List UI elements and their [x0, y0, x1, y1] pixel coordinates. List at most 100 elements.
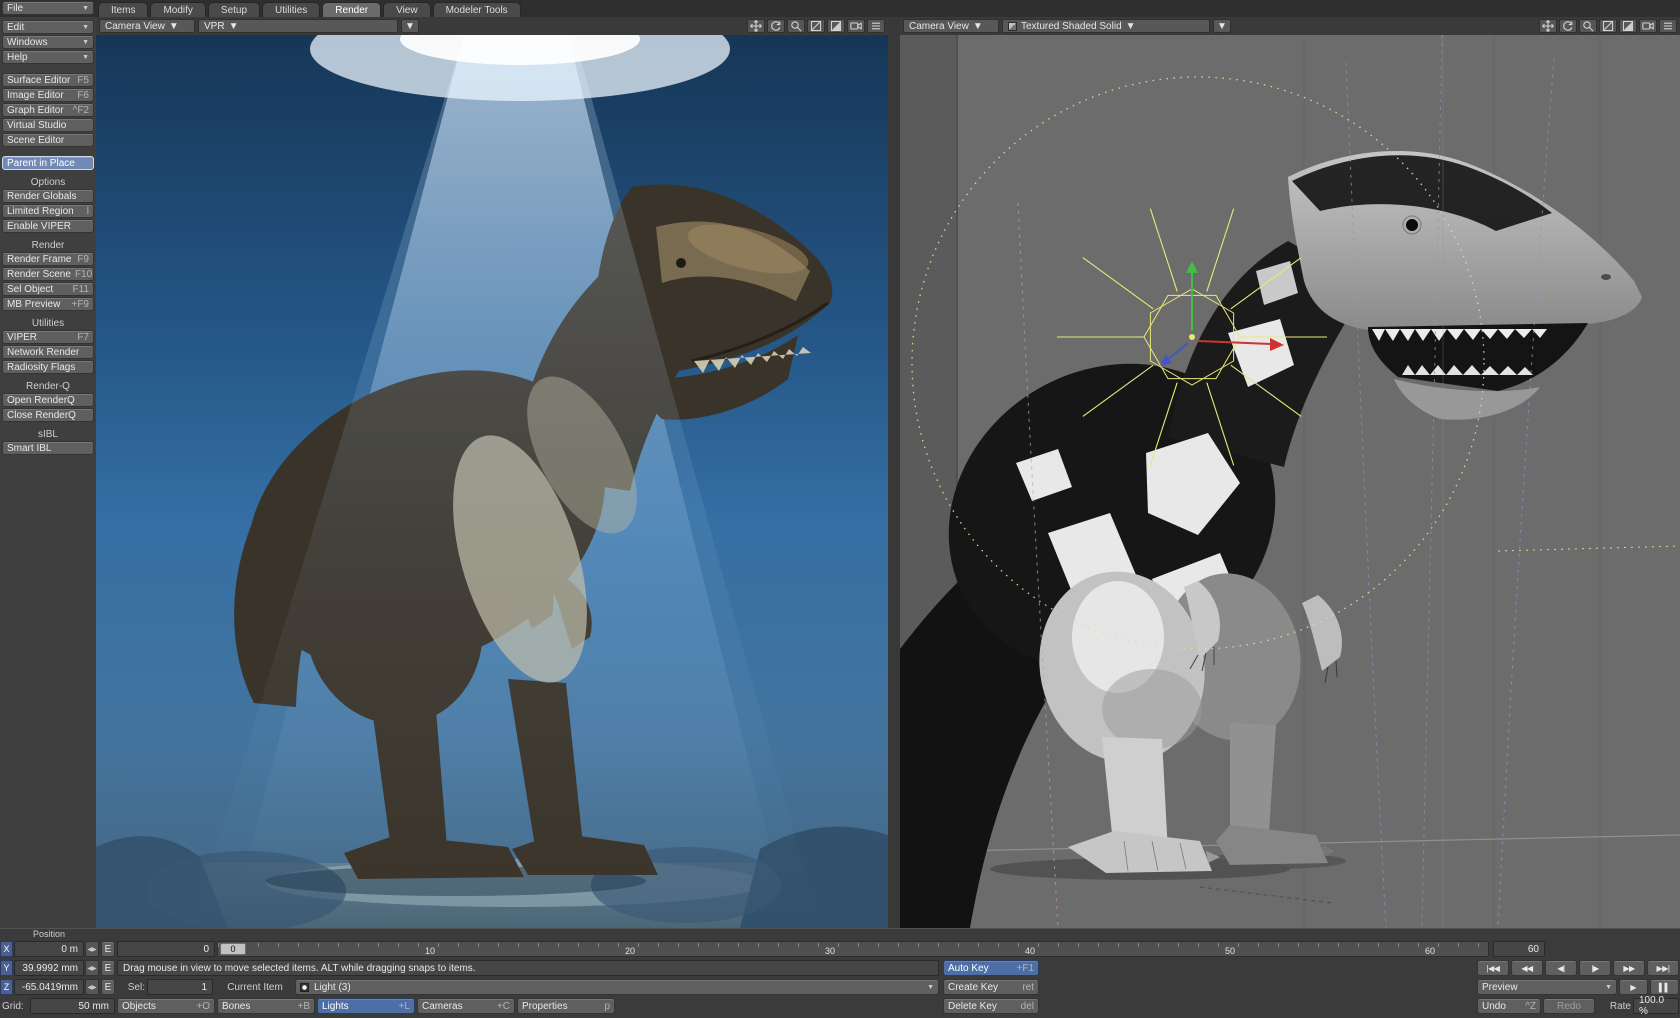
- menu-edit[interactable]: Edit ▼: [2, 20, 94, 34]
- section-header-utilities: Utilities: [0, 318, 96, 329]
- rewind-button[interactable]: ◀◀: [1511, 960, 1543, 976]
- go-start-button[interactable]: |◀◀: [1477, 960, 1509, 976]
- chevron-down-icon: ▼: [1217, 21, 1227, 32]
- lights-button[interactable]: Lights +L: [317, 998, 415, 1014]
- view-mode-dropdown[interactable]: Camera View ▼: [903, 19, 999, 33]
- sidebar-item-render-globals[interactable]: Render Globals: [2, 189, 94, 203]
- step-forward-button[interactable]: |▶: [1579, 960, 1611, 976]
- timeline-tick-label: 50: [1225, 946, 1235, 956]
- sidebar-item-graph-editor[interactable]: Graph Editor ^F2: [2, 103, 94, 117]
- preview-play-button[interactable]: ▶: [1619, 979, 1648, 995]
- envelope-x-button[interactable]: E: [101, 941, 115, 957]
- position-y-field[interactable]: 39.9992 mm: [14, 960, 84, 976]
- end-frame-field[interactable]: 60: [1493, 941, 1545, 957]
- timeline[interactable]: 0 10 20 30 40 50 60 0: [217, 941, 1489, 957]
- sidebar-item-mb-preview[interactable]: MB Preview +F9: [2, 297, 94, 311]
- rotate-button[interactable]: [767, 19, 785, 33]
- create-key-button[interactable]: Create Key ret: [943, 979, 1039, 995]
- camera-button[interactable]: [1639, 19, 1657, 33]
- viewport-options-dropdown[interactable]: ▼: [1213, 19, 1231, 33]
- sidebar-item-sel-object[interactable]: Sel Object F11: [2, 282, 94, 296]
- position-z-spinner[interactable]: ◀▶: [85, 979, 99, 995]
- sidebar-item-scene-editor[interactable]: Scene Editor: [2, 133, 94, 147]
- sidebar-item-limited-region[interactable]: Limited Region l: [2, 204, 94, 218]
- viewport-menu-button[interactable]: [1659, 19, 1677, 33]
- shaded-view-canvas[interactable]: [900, 35, 1680, 928]
- sidebar-item-virtual-studio[interactable]: Virtual Studio: [2, 118, 94, 132]
- current-item-dropdown[interactable]: Light (3) ▼: [295, 979, 939, 995]
- envelope-y-button[interactable]: E: [101, 960, 115, 976]
- viewport-right[interactable]: Camera View ▼ Textured Shaded Solid ▼ ▼: [900, 17, 1680, 928]
- zoom-button[interactable]: [787, 19, 805, 33]
- fit-icon: [1602, 20, 1614, 32]
- menubar: File ▼ Items Modify Setup Utilities Rend…: [0, 0, 1680, 17]
- chevron-down-icon: ▼: [1126, 21, 1136, 32]
- preview-dropdown[interactable]: Preview ▼: [1477, 979, 1617, 995]
- step-back-button[interactable]: ◀|: [1545, 960, 1577, 976]
- tab-setup[interactable]: Setup: [208, 2, 260, 17]
- viewport-left[interactable]: Camera View ▼ VPR ▼ ▼: [96, 17, 888, 928]
- camera-button[interactable]: [847, 19, 865, 33]
- position-z-field[interactable]: -65.0419mm: [14, 979, 84, 995]
- redo-button[interactable]: Redo: [1543, 998, 1595, 1014]
- fit-button[interactable]: [1599, 19, 1617, 33]
- rotate-button[interactable]: [1559, 19, 1577, 33]
- tab-utilities[interactable]: Utilities: [262, 2, 320, 17]
- preview-pause-button[interactable]: ▌▌: [1650, 979, 1679, 995]
- viewport-options-dropdown[interactable]: ▼: [401, 19, 419, 33]
- go-end-button[interactable]: ▶▶|: [1647, 960, 1679, 976]
- shading-toggle-button[interactable]: [1619, 19, 1637, 33]
- item-key: F6: [73, 90, 89, 101]
- undo-button[interactable]: Undo ^Z: [1477, 998, 1541, 1014]
- bones-button[interactable]: Bones +B: [217, 998, 315, 1014]
- sidebar-item-viper[interactable]: VIPER F7: [2, 330, 94, 344]
- shading-toggle-button[interactable]: [827, 19, 845, 33]
- file-menu-button[interactable]: File ▼: [2, 1, 94, 15]
- sidebar-item-parent-in-place[interactable]: Parent in Place: [2, 156, 94, 170]
- timeline-tick-label: 40: [1025, 946, 1035, 956]
- create-key-label: Create Key: [948, 982, 998, 993]
- tab-items[interactable]: Items: [98, 2, 148, 17]
- auto-key-button[interactable]: Auto Key +F1: [943, 960, 1039, 976]
- fit-button[interactable]: [807, 19, 825, 33]
- sidebar-item-surface-editor[interactable]: Surface Editor F5: [2, 73, 94, 87]
- tab-view[interactable]: View: [383, 2, 431, 17]
- rotate-icon: [770, 20, 782, 32]
- position-y-spinner[interactable]: ◀▶: [85, 960, 99, 976]
- pan-icon: [750, 20, 762, 32]
- fast-forward-button[interactable]: ▶▶: [1613, 960, 1645, 976]
- menu-windows[interactable]: Windows ▼: [2, 35, 94, 49]
- sidebar-item-open-renderq[interactable]: Open RenderQ: [2, 393, 94, 407]
- tab-render[interactable]: Render: [322, 2, 381, 17]
- menu-help[interactable]: Help ▼: [2, 50, 94, 64]
- zoom-button[interactable]: [1579, 19, 1597, 33]
- tab-modify[interactable]: Modify: [150, 2, 205, 17]
- pan-button[interactable]: [747, 19, 765, 33]
- sidebar-item-render-frame[interactable]: Render Frame F9: [2, 252, 94, 266]
- delete-key-button[interactable]: Delete Key del: [943, 998, 1039, 1014]
- sidebar-item-image-editor[interactable]: Image Editor F6: [2, 88, 94, 102]
- envelope-z-button[interactable]: E: [101, 979, 115, 995]
- timeline-knob[interactable]: 0: [220, 943, 246, 955]
- vpr-render-canvas[interactable]: [96, 35, 888, 928]
- viewport-menu-button[interactable]: [867, 19, 885, 33]
- chevron-down-icon: ▼: [973, 21, 983, 32]
- position-x-field[interactable]: 0 m: [14, 941, 84, 957]
- properties-button[interactable]: Properties p: [517, 998, 615, 1014]
- view-mode-dropdown[interactable]: Camera View ▼: [99, 19, 195, 33]
- tab-modeler-tools[interactable]: Modeler Tools: [433, 2, 521, 17]
- render-mode-dropdown[interactable]: Textured Shaded Solid ▼: [1002, 19, 1210, 33]
- position-x-spinner[interactable]: ◀▶: [85, 941, 99, 957]
- current-frame-field[interactable]: 0: [117, 941, 215, 957]
- objects-button[interactable]: Objects +O: [117, 998, 215, 1014]
- render-mode-dropdown[interactable]: VPR ▼: [198, 19, 398, 33]
- sidebar-item-network-render[interactable]: Network Render: [2, 345, 94, 359]
- sidebar-item-close-renderq[interactable]: Close RenderQ: [2, 408, 94, 422]
- transport-controls: |◀◀ ◀◀ ◀| |▶ ▶▶ ▶▶|: [1477, 960, 1679, 976]
- pan-button[interactable]: [1539, 19, 1557, 33]
- sidebar-item-smart-ibl[interactable]: Smart IBL: [2, 441, 94, 455]
- sidebar-item-enable-viper[interactable]: Enable VIPER: [2, 219, 94, 233]
- cameras-button[interactable]: Cameras +C: [417, 998, 515, 1014]
- sidebar-item-render-scene[interactable]: Render Scene F10: [2, 267, 94, 281]
- sidebar-item-radiosity-flags[interactable]: Radiosity Flags: [2, 360, 94, 374]
